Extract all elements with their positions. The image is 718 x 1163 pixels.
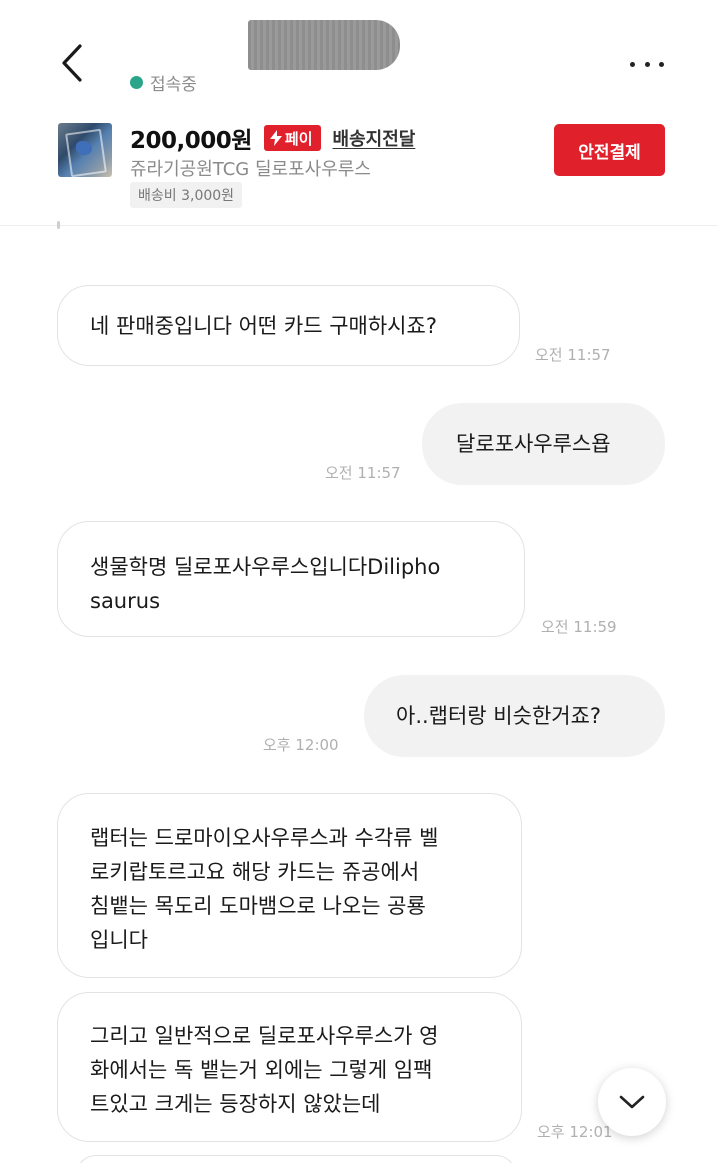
message-line: 침뱉는 목도리 도마뱀으로 나오는 공룡 bbox=[90, 894, 426, 918]
message-time: 오전 11:57 bbox=[535, 346, 611, 364]
pay-badge: 페이 bbox=[263, 125, 321, 151]
message-line: 입니다 bbox=[90, 928, 148, 952]
message-line: 랩터는 드로마이오사우루스과 수각류 벨 bbox=[90, 826, 439, 850]
price-row: 200,000원 페이 배송지전달 bbox=[130, 122, 415, 154]
online-dot bbox=[130, 75, 143, 89]
status-text: 접속중 bbox=[150, 74, 197, 95]
safe-pay-button[interactable]: 안전결제 bbox=[554, 124, 665, 176]
message-time: 오전 11:59 bbox=[541, 618, 617, 636]
message-line: 화에서는 독 뱉는거 외에는 그렇게 임팩 bbox=[90, 1058, 433, 1082]
message-line: 그리고 일반적으로 딜로포사우루스가 영 bbox=[90, 1024, 439, 1048]
message-bubble-sent: 달로포사우루스욥 bbox=[422, 403, 665, 485]
chat-header: 접속중 bbox=[0, 0, 718, 110]
message-text: 달로포사우루스욥 bbox=[456, 432, 611, 456]
product-bar: 200,000원 페이 배송지전달 쥬라기공원TCG 딜로포사우루스 배송비 3… bbox=[0, 110, 718, 226]
divider-tick bbox=[57, 221, 60, 229]
message-text: 아..랩터랑 비슷한거죠? bbox=[396, 704, 602, 728]
chevron-left-icon bbox=[62, 44, 82, 82]
message-bubble-received: 그리고 일반적으로 딜로포사우루스가 영 화에서는 독 뱉는거 외에는 그렇게 … bbox=[57, 992, 522, 1142]
pay-badge-label: 페이 bbox=[284, 129, 313, 148]
message-bubble-received: 랩터는 드로마이오사우루스과 수각류 벨 로키랍토르고요 해당 카드는 쥬공에서… bbox=[57, 793, 522, 978]
scroll-to-bottom-button[interactable] bbox=[598, 1068, 666, 1136]
delivery-address-link[interactable]: 배송지전달 bbox=[333, 125, 416, 151]
shipping-fee-tag: 배송비 3,000원 bbox=[130, 182, 243, 208]
more-options-button[interactable] bbox=[624, 44, 670, 84]
message-time: 오후 12:01 bbox=[537, 1123, 613, 1141]
chevron-down-icon bbox=[619, 1095, 645, 1109]
chat-screen: 접속중 200,000원 페이 배송지전달 쥬라기공원TCG 딜로포사우루스 배… bbox=[0, 0, 718, 1163]
message-bubble-received: 네 판매중입니다 어떤 카드 구매하시죠? bbox=[57, 285, 520, 366]
more-horizontal-icon bbox=[630, 61, 635, 67]
blurred-username bbox=[248, 20, 400, 70]
message-bubble-received: 생물학명 딜로포사우루스입니다Dilipho saurus bbox=[57, 521, 525, 637]
message-line: 생물학명 딜로포사우루스입니다Dilipho bbox=[90, 555, 441, 579]
product-price: 200,000원 bbox=[130, 128, 252, 154]
product-name: 쥬라기공원TCG 딜로포사우루스 bbox=[130, 159, 371, 180]
message-line: saurus bbox=[90, 589, 161, 613]
message-line: 트있고 크게는 등장하지 않았는데 bbox=[90, 1092, 381, 1116]
message-time: 오후 12:00 bbox=[263, 736, 339, 754]
back-button[interactable] bbox=[52, 36, 96, 92]
message-bubble-sent: 아..랩터랑 비슷한거죠? bbox=[364, 675, 665, 757]
lightning-icon bbox=[269, 130, 282, 146]
message-line: 로키랍토르고요 해당 카드는 쥬공에서 bbox=[90, 860, 420, 884]
message-time: 오전 11:57 bbox=[325, 464, 401, 482]
product-thumbnail[interactable] bbox=[58, 123, 112, 177]
message-text: 네 판매중입니다 어떤 카드 구매하시죠? bbox=[90, 314, 437, 338]
online-status: 접속중 bbox=[130, 70, 197, 95]
message-bubble-partial bbox=[76, 1155, 516, 1163]
